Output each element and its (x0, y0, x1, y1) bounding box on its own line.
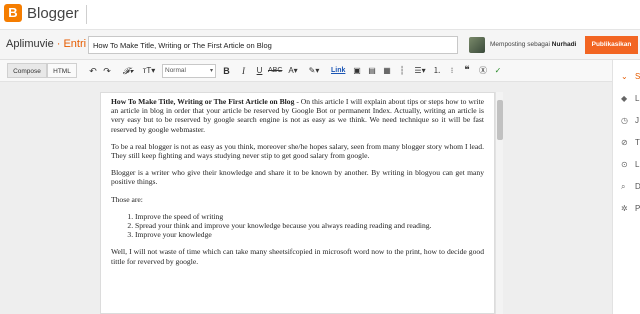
blog-name[interactable]: Aplimuvie (6, 38, 54, 50)
divider (86, 5, 87, 24)
brand-name[interactable]: Blogger (27, 5, 79, 22)
editor-toolbar: Compose HTML ↶ ↷ 𝓕▾ ᴛT▾ Normal ▾ B I U A… (0, 60, 612, 82)
posting-as-user: Nurhadi (551, 41, 577, 48)
sidebar-item-labels[interactable]: ◆ L (613, 88, 640, 110)
chevron-down-icon: ▾ (209, 68, 213, 74)
sidebar-item-label: Se (635, 72, 640, 81)
spellcheck-icon[interactable]: ✓ (493, 64, 503, 78)
blogger-editor: B Blogger Aplimuvie · Entri Memposting s… (0, 0, 640, 314)
list-item: Improve the speed of writing (135, 212, 484, 221)
html-mode-button[interactable]: HTML (47, 63, 77, 78)
sidebar-item-location[interactable]: ⊙ L (613, 154, 640, 176)
paragraph: Blogger is a writer who give their knowl… (111, 168, 484, 187)
sidebar-item-permalink[interactable]: ⊘ T (613, 132, 640, 154)
strikethrough-icon[interactable]: ABC (268, 64, 282, 78)
post-settings-sidebar: ⌄ Se ◆ L ◷ J ⊘ T ⊙ L ⌕ D ✲ P (612, 60, 640, 314)
blogger-logo-icon[interactable]: B (4, 4, 22, 22)
posting-as-prefix: Memposting sebagai (490, 41, 550, 48)
schedule-icon: ◷ (621, 116, 628, 125)
bulleted-list-icon[interactable]: ⁝ (447, 64, 457, 78)
bold-icon[interactable]: B (222, 64, 231, 78)
sidebar-item-search-description[interactable]: ⌕ D (613, 176, 640, 198)
editor-canvas: How To Make Title, Writing or The First … (0, 82, 612, 314)
editor-scrollbar[interactable] (495, 92, 503, 314)
title-bar: Aplimuvie · Entri Memposting sebagai Nur… (0, 30, 640, 60)
compose-mode-button[interactable]: Compose (7, 63, 47, 78)
scroll-thumb[interactable] (497, 100, 503, 140)
paragraph: How To Make Title, Writing or The First … (111, 97, 484, 134)
video-icon[interactable]: ▤ (367, 64, 377, 78)
italic-icon[interactable]: I (239, 64, 248, 78)
link-button[interactable]: Link (331, 64, 345, 78)
options-icon: ✲ (621, 204, 628, 213)
list-item: Improve your knowledge (135, 230, 484, 239)
align-icon[interactable]: ☰▾ (413, 64, 427, 78)
sidebar-item-label: P (635, 204, 640, 213)
quote-icon[interactable]: ❝ (462, 64, 472, 78)
font-family-icon[interactable]: 𝓕▾ (120, 64, 136, 78)
undo-icon[interactable]: ↶ (88, 64, 98, 78)
image-icon[interactable]: ▣ (352, 64, 362, 78)
top-bar: B Blogger (0, 0, 640, 30)
paragraph-format-value: Normal (165, 67, 186, 74)
label-icon: ◆ (621, 94, 628, 103)
sidebar-item-label: L (635, 94, 640, 103)
post-title-input[interactable] (88, 36, 458, 54)
paragraph: To be a real blogger is not as easy as y… (111, 141, 484, 161)
search-description-icon: ⌕ (621, 182, 626, 191)
sidebar-item-label: T (635, 138, 640, 147)
font-size-icon[interactable]: ᴛT▾ (140, 64, 158, 78)
sidebar-item-label: J (635, 116, 639, 125)
numbered-list-icon[interactable]: ⒈ (432, 64, 442, 78)
sidebar-item-settings[interactable]: ⌄ Se (613, 66, 640, 88)
clear-format-icon[interactable]: Ⓧ (478, 64, 488, 78)
sidebar-item-label: L (635, 160, 640, 169)
underline-icon[interactable]: U (255, 64, 264, 78)
numbered-list: Improve the speed of writing Spread your… (125, 212, 484, 240)
highlight-icon[interactable]: ✎▾ (306, 64, 322, 78)
paragraph-format-select[interactable]: Normal ▾ (162, 64, 216, 78)
redo-icon[interactable]: ↷ (102, 64, 112, 78)
publish-button[interactable]: Publikasikan (585, 36, 638, 54)
sidebar-item-label: D (635, 182, 640, 191)
paragraph: Those are: (111, 194, 143, 204)
breadcrumb: Aplimuvie · Entri (6, 38, 86, 50)
jump-break-icon[interactable]: ▦ (382, 64, 392, 78)
text-color-icon[interactable]: A▾ (286, 64, 300, 78)
posting-as-text: Memposting sebagai Nurhadi (490, 41, 576, 48)
separator-icon: ┆ (399, 66, 405, 75)
breadcrumb-entries[interactable]: · Entri (57, 38, 86, 50)
avatar[interactable] (469, 37, 485, 53)
location-icon: ⊙ (621, 160, 628, 169)
settings-icon: ⌄ (621, 72, 628, 81)
article-lead: How To Make Title, Writing or The First … (111, 97, 295, 106)
sidebar-item-options[interactable]: ✲ P (613, 198, 640, 220)
list-item: Spread your think and improve your knowl… (135, 221, 484, 230)
post-body-editor[interactable]: How To Make Title, Writing or The First … (100, 92, 495, 314)
permalink-icon: ⊘ (621, 138, 628, 147)
paragraph: Well, I will not waste of time which can… (111, 247, 484, 266)
sidebar-item-schedule[interactable]: ◷ J (613, 110, 640, 132)
